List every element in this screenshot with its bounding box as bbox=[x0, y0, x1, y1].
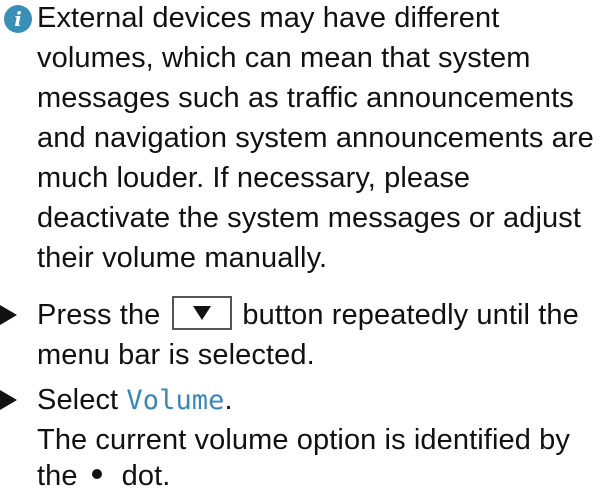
step-result: the dot. bbox=[37, 458, 170, 495]
note-line: and navigation system announcements are bbox=[37, 122, 594, 154]
info-icon: i bbox=[4, 5, 32, 33]
step-text: Press the bbox=[37, 299, 161, 331]
menu-term-volume: Volume bbox=[126, 385, 225, 416]
step-continuation: menu bar is selected. bbox=[37, 339, 315, 371]
bullet-arrow-icon bbox=[0, 390, 17, 410]
note-line: deactivate the system messages or adjust bbox=[37, 202, 581, 234]
step-text: the bbox=[37, 460, 78, 492]
step-text: button repeatedly until the bbox=[242, 299, 579, 331]
step-line: Select Volume. bbox=[37, 382, 233, 419]
down-arrow-key-icon bbox=[172, 296, 233, 331]
bullet-arrow-icon bbox=[0, 305, 17, 325]
note-line: External devices may have different bbox=[37, 2, 500, 34]
note-line: their volume manually. bbox=[37, 242, 328, 274]
dot-icon bbox=[91, 469, 102, 480]
note-line: volumes, which can mean that system bbox=[37, 42, 531, 74]
step-line: Press the button repeatedly until the bbox=[37, 296, 579, 334]
manual-page: i External devices may have different vo… bbox=[0, 0, 613, 492]
note-line: messages such as traffic announcements bbox=[37, 82, 574, 114]
step-text: dot. bbox=[121, 460, 171, 492]
step-result: The current volume option is identified … bbox=[37, 424, 570, 456]
note-line: much louder. If necessary, please bbox=[37, 162, 471, 194]
step-text: Select bbox=[37, 384, 119, 416]
step-text: . bbox=[224, 384, 233, 416]
down-triangle-icon bbox=[193, 306, 212, 321]
